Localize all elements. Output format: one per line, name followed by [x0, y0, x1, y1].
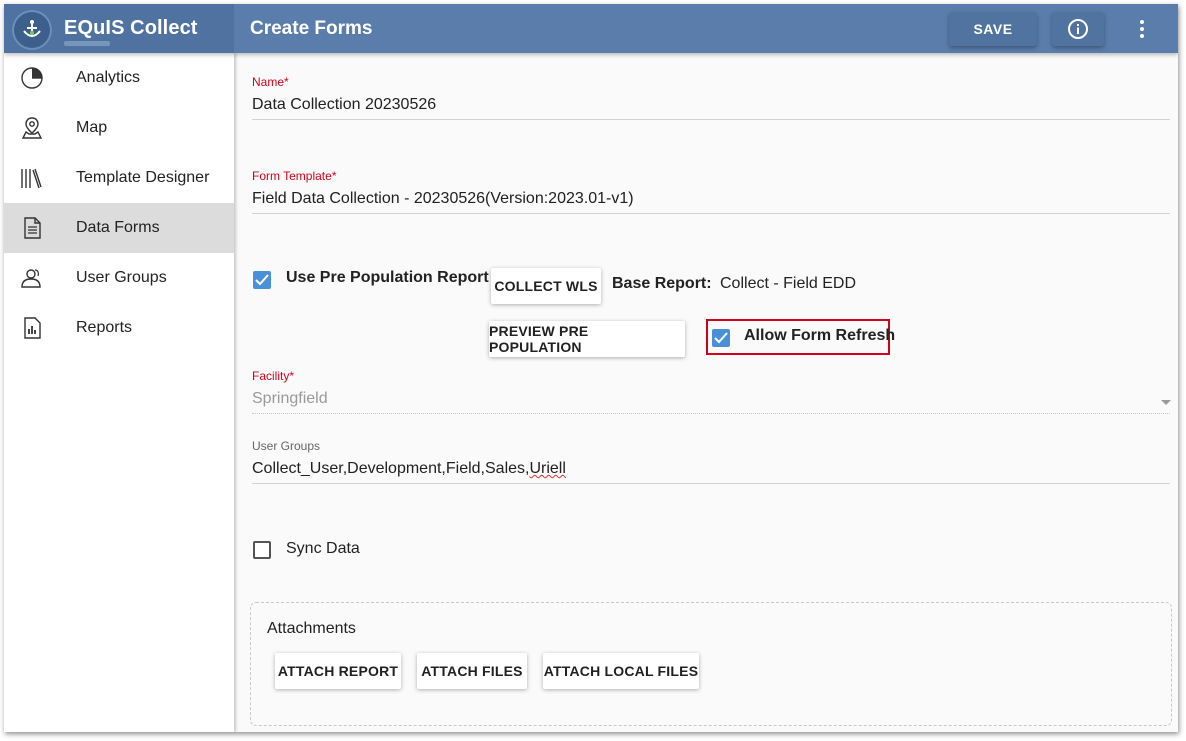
sidebar-item-template-designer[interactable]: Template Designer	[4, 153, 234, 203]
name-field[interactable]: Data Collection 20230526	[252, 96, 436, 114]
check-icon	[255, 274, 269, 286]
info-button[interactable]	[1052, 12, 1104, 46]
sidebar-item-label: Analytics	[76, 69, 141, 86]
name-underline	[252, 119, 1170, 120]
form-content: Name* Data Collection 20230526 Form Temp…	[234, 53, 1178, 732]
attach-report-button[interactable]: ATTACH REPORT	[275, 653, 401, 689]
top-app-bar: EQuIS Collect Create Forms SAVE	[4, 4, 1178, 53]
page-title: Create Forms	[250, 18, 373, 39]
sidebar-item-label: Map	[76, 119, 108, 136]
facility-underline	[252, 413, 1170, 414]
user-groups-label: User Groups	[252, 439, 321, 453]
app-title: EQuIS Collect	[64, 17, 198, 39]
users-icon	[21, 269, 41, 288]
base-report-label: Base Report:	[612, 275, 712, 292]
more-vert-icon[interactable]	[1132, 16, 1152, 42]
sidebar-item-user-groups[interactable]: User Groups	[4, 253, 234, 303]
report-chart-icon	[24, 317, 41, 339]
pie-chart-icon	[21, 67, 43, 89]
app-subtitle-blurred	[64, 41, 110, 46]
sidebar-item-label: Template Designer	[76, 169, 210, 186]
library-books-icon	[21, 168, 42, 189]
attach-files-button[interactable]: ATTACH FILES	[417, 653, 527, 689]
chevron-down-icon[interactable]	[1161, 400, 1171, 405]
base-report-value: Collect - Field EDD	[720, 275, 857, 292]
form-template-label: Form Template*	[252, 169, 337, 183]
info-icon	[1068, 19, 1088, 39]
form-template-field[interactable]: Field Data Collection - 20230526(Version…	[252, 190, 634, 208]
sidebar-item-label: Data Forms	[76, 219, 160, 236]
preview-pre-population-button[interactable]: PREVIEW PRE POPULATION	[489, 321, 685, 357]
app-logo-icon	[12, 10, 52, 50]
attachments-title: Attachments	[267, 620, 356, 637]
facility-select[interactable]: Springfield	[252, 390, 328, 408]
app-window: EQuIS Collect Create Forms SAVE Analytic…	[4, 4, 1178, 732]
collect-wls-button[interactable]: COLLECT WLS	[491, 268, 601, 304]
document-icon	[24, 217, 41, 239]
save-button[interactable]: SAVE	[949, 12, 1037, 46]
sidebar: Analytics Map Template Designer Data For…	[4, 53, 234, 732]
sidebar-item-analytics[interactable]: Analytics	[4, 53, 234, 103]
user-groups-underline	[252, 483, 1170, 484]
brand-area: EQuIS Collect	[4, 4, 234, 53]
use-pre-population-checkbox[interactable]	[253, 271, 271, 289]
name-label: Name*	[252, 75, 289, 89]
sync-data-checkbox[interactable]	[253, 541, 271, 559]
sidebar-item-map[interactable]: Map	[4, 103, 234, 153]
allow-form-refresh-label: Allow Form Refresh	[744, 327, 896, 344]
sidebar-item-label: Reports	[76, 319, 133, 336]
sidebar-item-reports[interactable]: Reports	[4, 303, 234, 353]
allow-form-refresh-checkbox[interactable]	[712, 329, 730, 347]
check-icon	[714, 332, 728, 344]
facility-label: Facility*	[252, 369, 295, 383]
sidebar-item-label: User Groups	[76, 269, 167, 286]
form-template-underline	[252, 213, 1170, 214]
use-pre-population-label: Use Pre Population Report	[286, 269, 489, 286]
map-pin-icon	[21, 117, 43, 139]
user-groups-field[interactable]: Collect_User,Development,Field,Sales,Uri…	[252, 460, 566, 478]
sidebar-item-data-forms[interactable]: Data Forms	[4, 203, 234, 253]
attachments-panel: Attachments ATTACH REPORT ATTACH FILES A…	[250, 602, 1172, 726]
attach-local-files-button[interactable]: ATTACH LOCAL FILES	[543, 653, 699, 689]
sync-data-label: Sync Data	[286, 540, 360, 557]
